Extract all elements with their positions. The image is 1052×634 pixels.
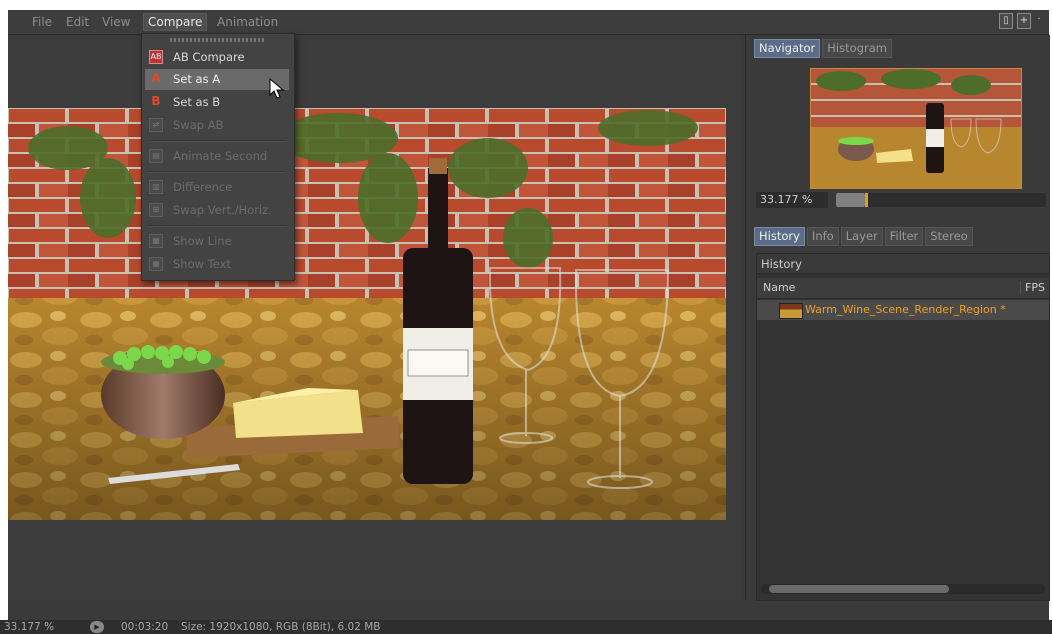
menu-item-set-as-a[interactable]: A Set as A bbox=[145, 69, 289, 90]
tear-off-handle[interactable] bbox=[170, 38, 266, 42]
menu-view[interactable]: View bbox=[98, 14, 134, 30]
window-controls: ▯ + · bbox=[999, 13, 1043, 29]
set-b-icon: B bbox=[151, 94, 161, 108]
render-image bbox=[8, 108, 726, 520]
history-entry-name: Warm_Wine_Scene_Render_Region * bbox=[805, 303, 1006, 316]
mouse-cursor-icon bbox=[269, 78, 285, 99]
menu-edit[interactable]: Edit bbox=[62, 14, 93, 30]
wine-scene-render bbox=[8, 108, 726, 520]
menu-item-label: Show Line bbox=[173, 234, 232, 248]
window-border-top bbox=[0, 0, 1052, 10]
column-name[interactable]: Name bbox=[763, 281, 795, 294]
column-fps[interactable]: FPS bbox=[1020, 281, 1045, 294]
more-icon[interactable]: · bbox=[1035, 13, 1043, 27]
menu-item-set-as-b[interactable]: B Set as B bbox=[145, 92, 289, 113]
history-panel-title: History bbox=[757, 254, 1049, 274]
menu-item-difference[interactable]: ▥ Difference bbox=[145, 177, 289, 198]
menu-file[interactable]: File bbox=[28, 14, 56, 30]
swap-ab-icon: ⇄ bbox=[149, 118, 163, 132]
tab-filter[interactable]: Filter bbox=[884, 227, 924, 246]
menu-separator bbox=[148, 171, 286, 173]
tab-layer[interactable]: Layer bbox=[840, 227, 883, 246]
play-icon[interactable]: ▶ bbox=[90, 621, 104, 633]
tab-history[interactable]: History bbox=[754, 227, 805, 246]
zoom-slider[interactable] bbox=[836, 193, 1046, 207]
status-bar: 33.177 % ▶ 00:03:20 Size: 1920x1080, RGB… bbox=[0, 620, 1052, 634]
menu-item-show-line[interactable]: ▦ Show Line bbox=[145, 231, 289, 252]
history-panel: History Name FPS Warm_Wine_Scene_Render_… bbox=[756, 253, 1050, 601]
show-line-icon: ▦ bbox=[149, 234, 163, 248]
menu-item-label: Difference bbox=[173, 180, 233, 194]
difference-icon: ▥ bbox=[149, 180, 163, 194]
ab-compare-icon: AB bbox=[149, 50, 163, 64]
menu-item-label: Set as B bbox=[173, 95, 221, 109]
add-panel-icon[interactable]: + bbox=[1017, 13, 1031, 29]
history-horizontal-scrollbar[interactable] bbox=[761, 584, 1045, 594]
menu-item-label: AB Compare bbox=[173, 50, 245, 64]
compare-menu-dropdown: AB AB Compare A Set as A B Set as B ⇄ Sw… bbox=[141, 33, 295, 281]
tab-info[interactable]: Info bbox=[806, 227, 839, 246]
right-panel: Navigator Histogram 33.177 % History Inf… bbox=[745, 35, 1050, 601]
menu-separator bbox=[148, 140, 286, 142]
tab-stereo[interactable]: Stereo bbox=[925, 227, 973, 246]
menu-item-show-text[interactable]: ▦ Show Text bbox=[145, 254, 289, 275]
history-tabs: History Info Layer Filter Stereo bbox=[754, 227, 973, 246]
navigator-zoom-field[interactable]: 33.177 % bbox=[756, 192, 828, 208]
zoom-slider-handle[interactable] bbox=[865, 193, 868, 207]
tab-histogram[interactable]: Histogram bbox=[822, 39, 892, 58]
split-view-icon[interactable]: ▯ bbox=[999, 13, 1013, 29]
menu-item-swap-ab[interactable]: ⇄ Swap AB bbox=[145, 115, 289, 136]
history-column-header: Name FPS bbox=[757, 278, 1049, 299]
menu-item-ab-compare[interactable]: AB AB Compare bbox=[145, 47, 289, 68]
navigator-preview-image bbox=[811, 69, 1021, 188]
menu-compare[interactable]: Compare bbox=[143, 13, 208, 31]
menu-item-animate-second[interactable]: ▤ Animate Second bbox=[145, 146, 289, 167]
menu-animation[interactable]: Animation bbox=[213, 14, 282, 30]
menu-separator bbox=[148, 225, 286, 227]
zoom-slider-fill bbox=[836, 193, 865, 207]
menu-item-label: Show Text bbox=[173, 257, 231, 271]
animate-second-icon: ▤ bbox=[149, 149, 163, 163]
tab-navigator[interactable]: Navigator bbox=[754, 39, 821, 58]
set-a-icon: A bbox=[151, 71, 161, 85]
render-thumbnail bbox=[779, 303, 803, 319]
menu-item-label: Animate Second bbox=[173, 149, 268, 163]
navigator-tabs: Navigator Histogram bbox=[754, 39, 892, 58]
menu-bar: File Edit View Compare Animation ▯ + · bbox=[8, 10, 1049, 35]
status-zoom[interactable]: 33.177 % bbox=[4, 620, 54, 634]
table-row[interactable]: Warm_Wine_Scene_Render_Region * bbox=[757, 300, 1049, 320]
scrollbar-thumb[interactable] bbox=[769, 585, 949, 593]
navigator-thumbnail[interactable] bbox=[810, 68, 1022, 189]
menu-item-label: Swap Vert./Horiz. bbox=[173, 203, 272, 217]
menu-item-label: Swap AB bbox=[173, 118, 224, 132]
swap-vert-horiz-icon: ⊞ bbox=[149, 203, 163, 217]
navigator-zoom-row: 33.177 % bbox=[756, 191, 1046, 209]
show-text-icon: ▦ bbox=[149, 257, 163, 271]
status-image-info: Size: 1920x1080, RGB (8Bit), 6.02 MB bbox=[181, 621, 381, 633]
menu-item-swap-vert-horiz[interactable]: ⊞ Swap Vert./Horiz. bbox=[145, 200, 289, 221]
status-time: 00:03:20 bbox=[121, 621, 169, 633]
menu-item-label: Set as A bbox=[173, 72, 221, 86]
window-border-left bbox=[0, 0, 8, 634]
